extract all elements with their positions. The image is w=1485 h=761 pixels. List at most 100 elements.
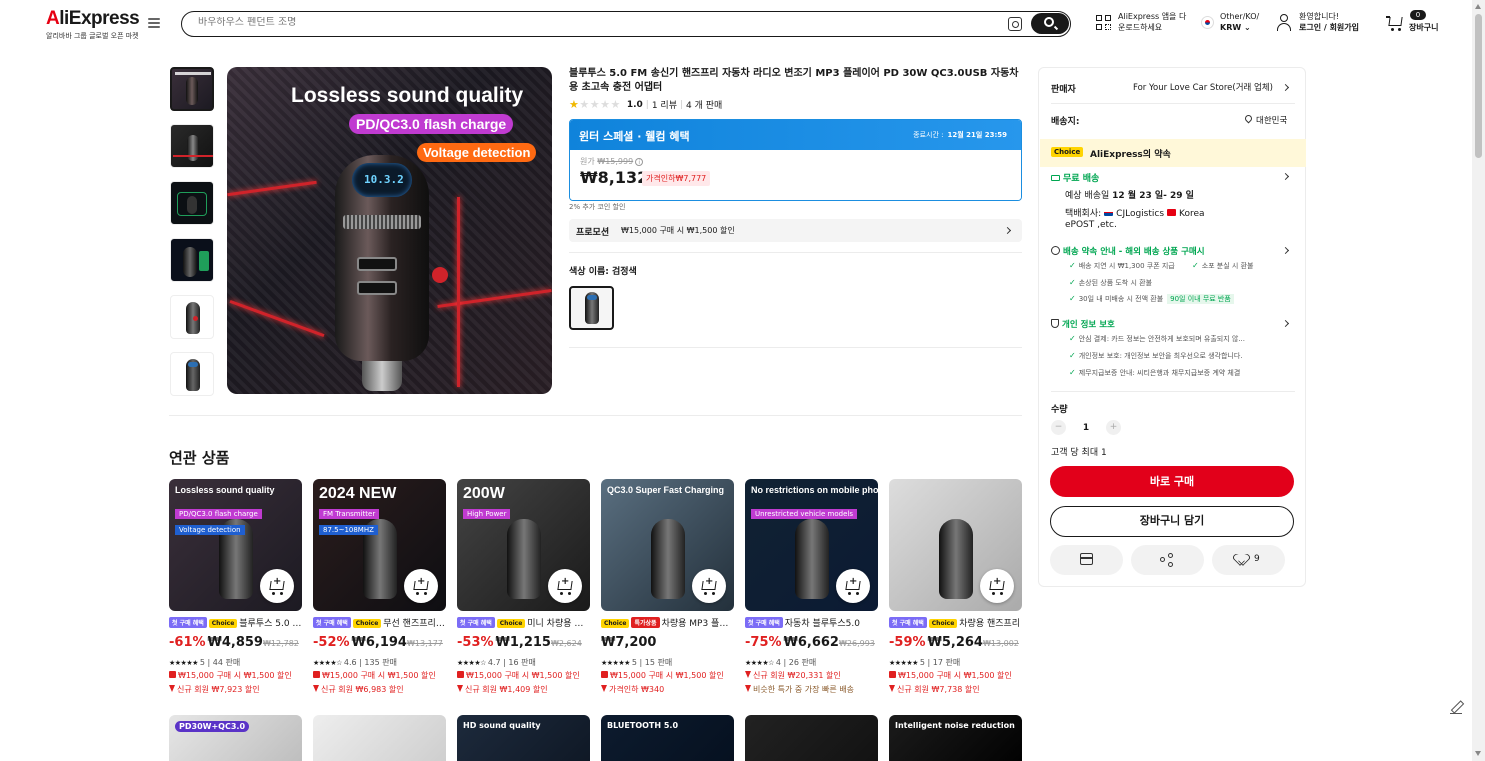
add-to-cart-icon[interactable]: + xyxy=(980,569,1014,603)
wishlist-button[interactable]: 9 xyxy=(1212,545,1285,575)
purchase-limit: 고객 당 최대 1 xyxy=(1051,448,1107,458)
related-product-image[interactable]: HD sound quality xyxy=(457,715,590,761)
menu-icon[interactable] xyxy=(148,18,160,30)
delivery-promise[interactable]: 배송 약속 안내 - 해외 배송 상품 구매시 xyxy=(1051,245,1205,257)
price: ₩4,859 xyxy=(207,635,263,650)
rating-stars: ★★★★☆ xyxy=(313,659,342,667)
bolt-icon xyxy=(745,671,751,678)
price: ₩6,194 xyxy=(351,635,407,650)
sold-count: 4 개 판매 xyxy=(686,101,723,111)
related-product-title[interactable]: 첫 구매 혜택 자동차 블루투스5.0 xyxy=(745,616,878,629)
promise-item-4: ✓ 30일 내 미배송 시 전액 환불 90일 이내 무료 반품 xyxy=(1069,294,1234,304)
related-product-title[interactable]: Choice특가상품차량용 MP3 플레이어 xyxy=(601,616,734,629)
related-product-image[interactable]: PD30W+QC3.0 xyxy=(169,715,302,761)
buy-now-button[interactable]: 바로 구매 xyxy=(1050,466,1294,497)
related-product-image[interactable]: BLUETOOTH 5.0 xyxy=(601,715,734,761)
related-product-title[interactable]: 첫 구매 혜택 Choice 차량용 핸즈프리 xyxy=(889,616,1022,629)
scroll-up-arrow[interactable] xyxy=(1475,4,1481,9)
thumbnail-2[interactable] xyxy=(170,124,214,168)
decrease-button[interactable]: − xyxy=(1051,420,1066,435)
product-badge: Choice xyxy=(352,619,382,628)
app-download-link[interactable]: AliExpress 앱을 다 운로드하세요 xyxy=(1118,11,1186,33)
shield-icon xyxy=(1051,319,1059,328)
related-product-title[interactable]: 첫 구매 혜택Choice미니 차량용 충전기 xyxy=(457,616,590,629)
promo-ends-label: 종료시간 : xyxy=(913,131,944,139)
thumbnail-6[interactable] xyxy=(170,352,214,396)
add-to-cart-button[interactable]: 장바구니 담기 xyxy=(1050,506,1294,537)
add-to-cart-icon[interactable]: + xyxy=(260,569,294,603)
account-link[interactable]: 환영합니다! 로그인 / 회원가입 xyxy=(1299,11,1359,33)
thumbnail-4[interactable] xyxy=(170,238,214,282)
coupon-icon xyxy=(169,671,176,678)
scroll-down-arrow[interactable] xyxy=(1475,751,1481,756)
image-subtext: PD/QC3.0 flash charge xyxy=(175,509,262,519)
ship-to-country[interactable]: 대한민국 xyxy=(1243,113,1287,126)
related-product-card[interactable]: Lossless sound quality PD/QC3.0 flash cha… xyxy=(169,479,302,709)
product-title: 블루투스 5.0 FM 송신기 핸즈프리 자동차 라디오 변조기 MP3 플레이… xyxy=(569,68,1019,93)
rating-value: 4.6 xyxy=(343,658,357,667)
related-product-card[interactable]: QC3.0 Super Fast Charging + Choice 특가상품 차량용 … xyxy=(601,479,734,709)
image-search-icon[interactable] xyxy=(1008,17,1022,31)
search-button[interactable] xyxy=(1031,13,1069,34)
related-product-image[interactable]: No restrictions on mobile phones Unrestri… xyxy=(745,479,878,611)
region-selector[interactable]: Other/KO/ KRW ⌄ xyxy=(1220,11,1259,33)
wishlist-count: 9 xyxy=(1254,554,1260,564)
related-product-image[interactable] xyxy=(745,715,878,761)
increase-button[interactable]: + xyxy=(1106,420,1121,435)
aliexpress-logo[interactable]: AliExpress 알리바바 그룹 글로벌 오픈 마켓 xyxy=(46,8,140,41)
sold-count: 17 판매 xyxy=(932,658,961,667)
related-product-image[interactable]: Intelligent noise reduction xyxy=(889,715,1022,761)
related-product-image[interactable] xyxy=(313,715,446,761)
related-product-card[interactable]: 2024 NEW FM Transmitter 87.5~108MHZ + 첫 구매 혜… xyxy=(313,479,446,709)
cart-icon[interactable] xyxy=(1386,15,1404,31)
add-to-cart-icon[interactable]: + xyxy=(692,569,726,603)
privacy-item-2: ✓ 개인정보 보호: 개인정보 보안을 최우선으로 생각합니다. xyxy=(1069,351,1243,360)
add-to-cart-icon[interactable]: + xyxy=(836,569,870,603)
color-option-black[interactable] xyxy=(569,286,614,330)
chevron-right-icon xyxy=(1281,83,1290,92)
thumbnail-5[interactable] xyxy=(170,295,214,339)
review-count[interactable]: 1 리뷰 xyxy=(652,98,677,111)
related-product-title[interactable]: 첫 구매 혜택 Choice 무선 핸즈프리 FM xyxy=(313,616,446,629)
related-product-image[interactable]: 2024 NEW FM Transmitter 87.5~108MHZ + xyxy=(313,479,446,611)
discount-percent: -75% xyxy=(745,635,782,650)
edit-icon[interactable] xyxy=(1450,700,1464,714)
related-product-image[interactable]: + xyxy=(889,479,1022,611)
cart-label[interactable]: 장바구니 xyxy=(1409,22,1438,33)
eta-row: 예상 배송일 12 월 23 일- 29 일 xyxy=(1065,191,1194,201)
quantity-label: 수량 xyxy=(1051,405,1068,415)
free-shipping[interactable]: 무료 배송 xyxy=(1051,171,1099,184)
promotion-bar[interactable]: 프로모션 ₩15,000 구매 시 ₩1,500 할인 xyxy=(569,219,1022,242)
share-icon xyxy=(1160,553,1174,567)
related-product-price: -61% ₩4,859₩12,782 xyxy=(169,635,299,650)
page: AliExpress 알리바바 그룹 글로벌 오픈 마켓 AliExpress … xyxy=(0,0,1485,761)
quantity-value[interactable]: 1 xyxy=(1066,423,1106,433)
qr-code-icon[interactable] xyxy=(1096,15,1112,31)
user-icon[interactable] xyxy=(1276,14,1292,32)
related-product-image[interactable]: Lossless sound quality PD/QC3.0 flash cha… xyxy=(169,479,302,611)
seller-name[interactable]: For Your Love Car Store(거래 업체) xyxy=(1133,81,1273,93)
logo-mark: A xyxy=(46,8,60,29)
store-button[interactable] xyxy=(1050,545,1123,575)
related-product-card[interactable]: + 첫 구매 혜택 Choice 차량용 핸즈프리 -59% ₩5,264₩13,002 ★… xyxy=(889,479,1022,709)
thumbnail-3[interactable] xyxy=(170,181,214,225)
discount-percent: -52% xyxy=(313,635,350,650)
scrollbar[interactable] xyxy=(1472,0,1485,761)
discount-percent: -53% xyxy=(457,635,494,650)
search-input[interactable] xyxy=(198,17,978,28)
product-name: 차량용 MP3 플레이어 xyxy=(661,619,734,629)
thumbnail-1[interactable] xyxy=(170,67,214,111)
info-icon[interactable]: i xyxy=(635,157,644,166)
coupon-icon xyxy=(889,671,896,678)
related-product-image[interactable]: 200W High Power + xyxy=(457,479,590,611)
related-product-card[interactable]: No restrictions on mobile phones Unrestri… xyxy=(745,479,878,709)
related-product-title[interactable]: 첫 구매 혜택Choice블루투스 5.0 FM 송신기 xyxy=(169,616,302,629)
add-to-cart-icon[interactable]: + xyxy=(548,569,582,603)
scroll-thumb[interactable] xyxy=(1475,14,1482,158)
related-product-image[interactable]: QC3.0 Super Fast Charging + xyxy=(601,479,734,611)
add-to-cart-icon[interactable]: + xyxy=(404,569,438,603)
main-product-image[interactable]: Lossless sound quality PD/QC3.0 flash ch… xyxy=(227,67,552,394)
share-button[interactable] xyxy=(1131,545,1204,575)
related-product-card[interactable]: 200W High Power + 첫 구매 혜택Choice미니 차량용 충전기 -5… xyxy=(457,479,590,709)
privacy-protection[interactable]: 개인 정보 보호 xyxy=(1051,318,1115,330)
